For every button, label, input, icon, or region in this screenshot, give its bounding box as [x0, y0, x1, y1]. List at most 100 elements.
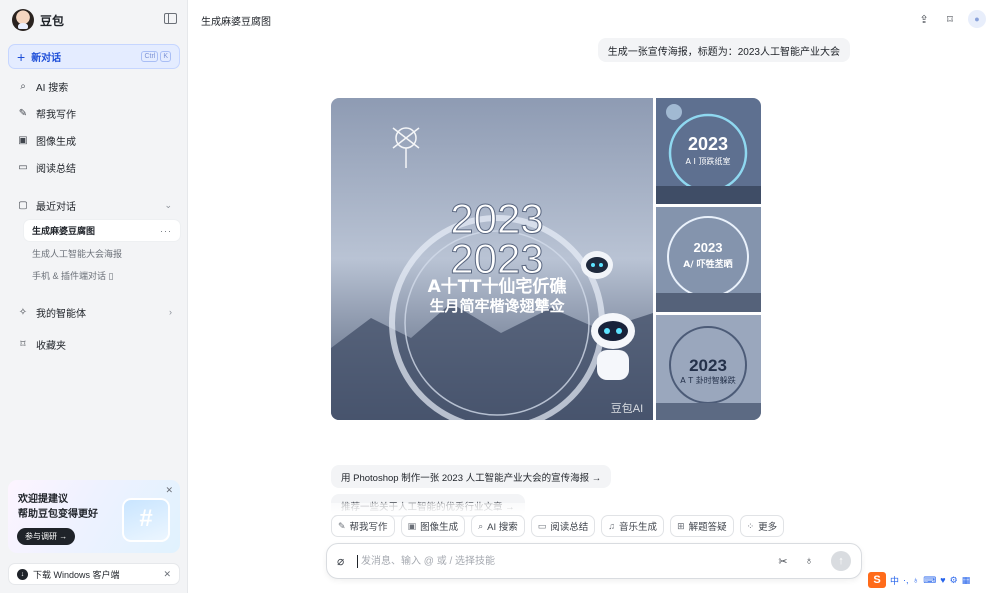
poster-title-line1: A十TT十仙宅伒礁	[428, 276, 567, 297]
survey-button[interactable]: 参与调研 →	[17, 528, 76, 545]
recent-chat-item[interactable]: 手机 & 插件端对话 ▯	[24, 265, 180, 286]
hash-icon: #	[122, 498, 170, 542]
svg-text:A T 卦时智躲跌: A T 卦时智躲跌	[680, 375, 735, 385]
sidebar-item-reading[interactable]: ▭ 阅读总结	[8, 156, 180, 178]
skill-search-button[interactable]: ⌕ AI 搜索	[471, 515, 525, 537]
new-chat-button[interactable]: + 新对话 Ctrl K	[8, 44, 180, 69]
microphone-icon[interactable]: ♁	[801, 555, 817, 567]
music-icon: ♫	[608, 521, 616, 531]
recent-chat-item[interactable]: 生成麻婆豆腐图 ···	[24, 220, 180, 241]
skill-music-button[interactable]: ♫ 音乐生成	[601, 515, 665, 537]
ime-skin-icon[interactable]: ♥	[940, 575, 945, 585]
recent-chat-item[interactable]: 生成人工智能大会海报	[24, 243, 180, 264]
generated-image-thumb[interactable]: 2023 A I 顶跌纸室	[656, 98, 761, 204]
sidebar-item-label: 阅读总结	[36, 163, 76, 175]
share-icon[interactable]: ⇪	[916, 11, 932, 27]
sidebar-toggle-icon[interactable]	[164, 13, 177, 24]
scroll-fade	[200, 503, 990, 515]
sidebar-item-ai-search[interactable]: ⌕ AI 搜索	[8, 75, 180, 97]
ime-menu-icon[interactable]: ▦	[962, 575, 971, 586]
feedback-promo-card: 欢迎提建议 帮助豆包变得更好 参与调研 → ✕ #	[8, 480, 180, 553]
ime-settings-icon[interactable]: ⚙	[950, 575, 958, 586]
plus-icon: +	[17, 48, 26, 65]
brand-avatar	[12, 9, 34, 31]
download-icon: ↓	[17, 568, 28, 580]
sidebar: 豆包 + 新对话 Ctrl K ⌕ AI 搜索 ✎ 帮我写作 ▣ 图像生成 ▭ …	[0, 0, 188, 593]
send-button[interactable]: ↑	[831, 551, 851, 571]
skill-more-button[interactable]: ⁘ 更多	[739, 515, 785, 537]
svg-text:A I 顶跌纸室: A I 顶跌纸室	[686, 156, 731, 166]
skill-toolbar: ✎ 帮我写作 ▣ 图像生成 ⌕ AI 搜索 ▭ 阅读总结 ♫ 音乐生成 ⊞ 解题答疑 ⁘ 更多	[331, 515, 785, 537]
attachment-icon[interactable]: ⌀	[337, 554, 351, 568]
sidebar-item-image-gen[interactable]: ▣ 图像生成	[8, 129, 180, 151]
user-message: 生成一张宣传海报，标题为：2023人工智能产业大会	[597, 38, 850, 62]
bookmark-icon: ⌑	[20, 338, 26, 350]
close-icon[interactable]: ✕	[165, 485, 173, 496]
sparkle-icon: ✧	[18, 306, 28, 318]
poster-year: 2023	[450, 235, 543, 282]
skill-writing-button[interactable]: ✎ 帮我写作	[331, 515, 395, 537]
sidebar-item-label: 帮我写作	[36, 109, 76, 121]
svg-text:A/ 吓牲苤晒: A/ 吓牲苤晒	[683, 258, 732, 270]
recent-chat-title: 手机 & 插件端对话 ▯	[32, 271, 114, 281]
more-options-icon[interactable]: ···	[160, 226, 172, 236]
brand-name: 豆包	[40, 13, 65, 28]
message-input[interactable]	[357, 554, 765, 568]
grid-icon: ⁘	[746, 520, 755, 531]
sidebar-item-agents[interactable]: ✧ 我的智能体 ›	[8, 301, 180, 323]
ime-logo[interactable]: S	[868, 572, 886, 588]
image-icon: ▣	[407, 520, 417, 531]
skill-image-button[interactable]: ▣ 图像生成	[400, 515, 466, 537]
svg-text:2023: 2023	[689, 356, 727, 375]
calculator-icon: ⊞	[677, 520, 685, 531]
brand[interactable]: 豆包	[12, 8, 64, 32]
message-composer: ⌀ ✂ ♁ ↑	[326, 543, 862, 579]
recent-chats-label: 最近对话	[36, 201, 76, 213]
image-icon: ▣	[18, 134, 28, 146]
search-icon: ⌕	[478, 520, 484, 531]
recent-chats-header[interactable]: ▢ 最近对话 ⌄	[8, 194, 180, 216]
bookmark-icon[interactable]: ⌑	[942, 11, 958, 27]
poster-watermark: 豆包AI	[611, 402, 643, 415]
pen-icon: ✎	[18, 107, 28, 119]
generated-image-thumb[interactable]: 2023 A T 卦时智躲跌	[656, 315, 761, 420]
new-chat-label: 新对话	[31, 53, 62, 64]
sidebar-item-label: 我的智能体	[36, 308, 86, 320]
book-icon: ▭	[18, 161, 28, 173]
ime-mic-icon[interactable]: ♁	[913, 575, 920, 585]
download-label: 下载 Windows 客户端	[33, 569, 120, 580]
chevron-down-icon: ⌄	[164, 199, 172, 210]
promo-line1: 欢迎提建议	[18, 494, 68, 505]
scissors-icon[interactable]: ✂	[775, 555, 791, 568]
header-actions: ⇪ ⌑ ●	[916, 10, 986, 28]
kbd-ctrl: Ctrl	[141, 51, 159, 62]
skill-solve-button[interactable]: ⊞ 解题答疑	[670, 515, 734, 537]
page-title: 生成麻婆豆腐图	[201, 17, 271, 28]
download-client-button[interactable]: ↓ 下载 Windows 客户端 ✕	[8, 563, 180, 585]
book-icon: ▭	[537, 520, 547, 531]
suggested-prompt[interactable]: 用 Photoshop 制作一张 2023 人工智能产业大会的宣传海报 →	[331, 465, 612, 488]
svg-text:2023: 2023	[694, 240, 723, 255]
shortcut-hint: Ctrl K	[141, 51, 171, 62]
chevron-right-icon: ›	[169, 307, 172, 317]
ime-punctuation-icon[interactable]: ·,	[903, 575, 909, 585]
sidebar-item-writing[interactable]: ✎ 帮我写作	[8, 102, 180, 124]
kbd-k: K	[160, 51, 171, 62]
ime-language[interactable]: 中	[890, 574, 899, 587]
user-avatar[interactable]: ●	[968, 10, 986, 28]
skill-reading-button[interactable]: ▭ 阅读总结	[530, 515, 596, 537]
svg-text:2023: 2023	[688, 134, 728, 154]
ime-keyboard-icon[interactable]: ⌨	[923, 575, 936, 586]
poster-title-line2: 生月简牢楷谗翅犨佥	[429, 297, 565, 315]
chat-bubble-icon: ▢	[18, 199, 28, 211]
sidebar-item-favorites[interactable]: ⌑ 收藏夹	[8, 333, 180, 355]
pen-icon: ✎	[338, 520, 346, 531]
promo-line2: 帮助豆包变得更好	[18, 509, 98, 520]
generated-image-main[interactable]: 2023 2023 A十TT十仙宅伒礁 生月简牢楷谗翅犨佥 豆包AI	[331, 98, 653, 420]
close-icon[interactable]: ✕	[163, 569, 171, 580]
generated-image-thumb[interactable]: 2023 A/ 吓牲苤晒	[656, 207, 761, 312]
sidebar-item-label: 收藏夹	[36, 340, 66, 352]
sidebar-item-label: AI 搜索	[36, 82, 69, 94]
ime-toolbar: S 中 ·, ♁ ⌨ ♥ ⚙ ▦	[868, 570, 998, 590]
search-icon: ⌕	[20, 80, 26, 92]
